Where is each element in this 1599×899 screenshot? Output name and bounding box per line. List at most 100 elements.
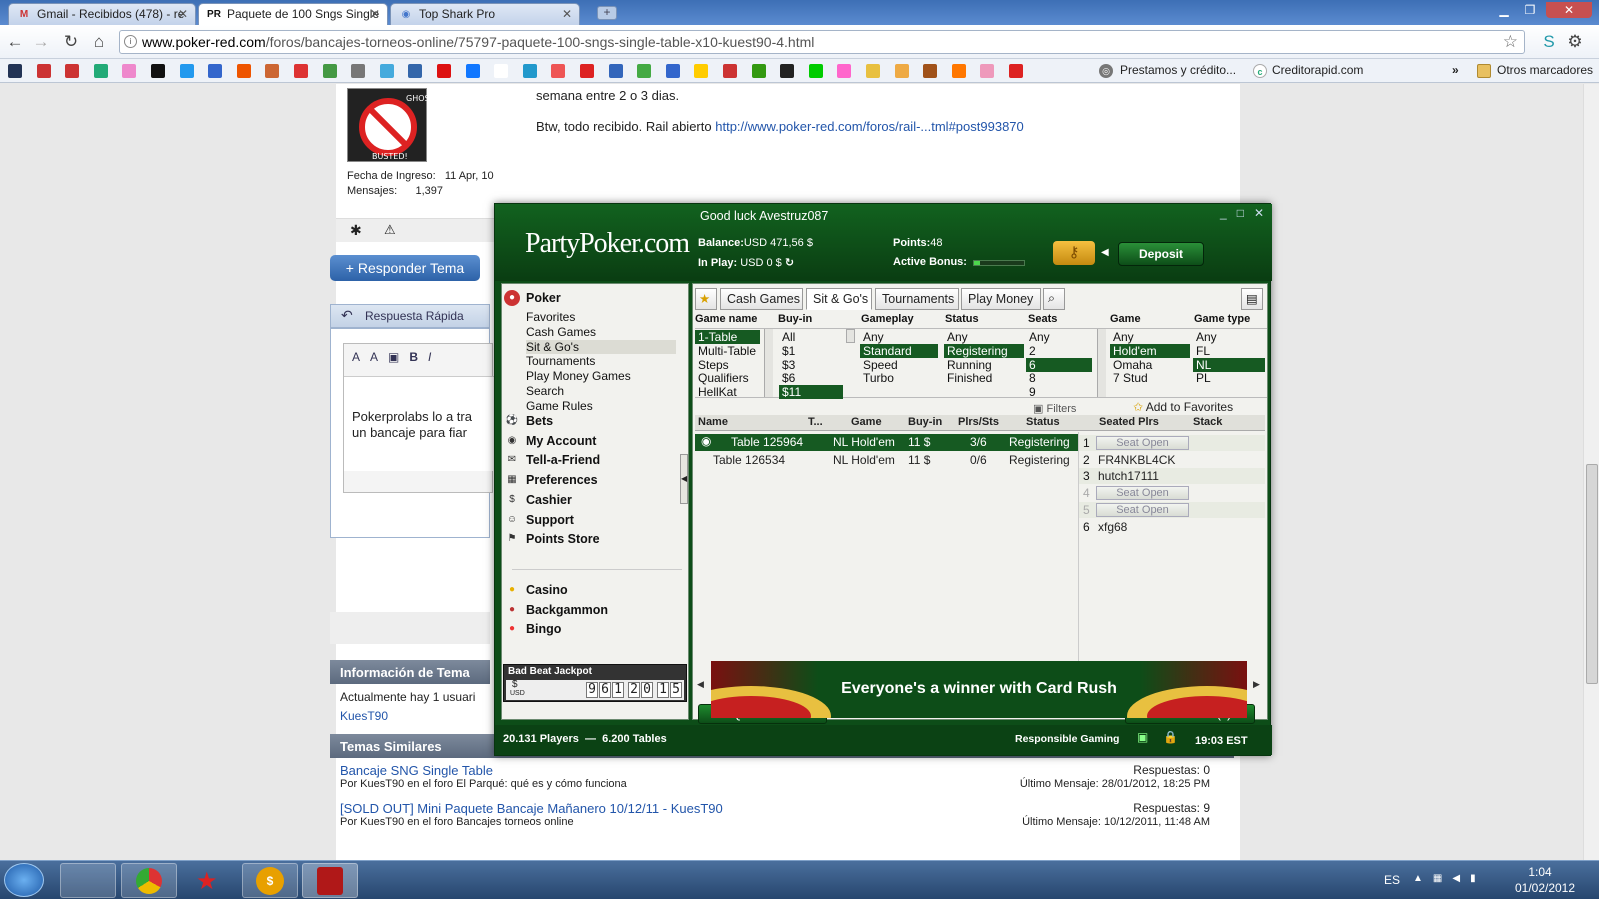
filter-header[interactable]: Status	[945, 313, 979, 325]
bookmark-favicon[interactable]	[894, 64, 909, 78]
bookmark-favicon[interactable]	[351, 64, 366, 78]
filter-header[interactable]: Game	[1110, 313, 1141, 325]
close-icon[interactable]: ✕	[370, 7, 380, 21]
nav-item[interactable]: Tell-a-Friend	[526, 453, 600, 467]
star-icon[interactable]: ☆	[1503, 32, 1518, 52]
bookmark-favicon[interactable]	[93, 64, 108, 78]
filter-header[interactable]: Gameplay	[861, 313, 914, 325]
filter-option[interactable]: Any	[1026, 330, 1092, 344]
grid-header[interactable]: Seated Plrs	[1096, 415, 1190, 431]
font-icon[interactable]: A	[352, 350, 370, 364]
bookmark-favicon[interactable]	[980, 64, 995, 78]
bookmark-favicon[interactable]	[608, 64, 623, 78]
arrow-left-icon[interactable]: ◀	[1101, 247, 1109, 258]
nav-sub-item[interactable]: Favorites	[526, 310, 575, 324]
tab-cash-games[interactable]: Cash Games	[720, 288, 803, 310]
wrench-icon[interactable]: ⚙	[1564, 31, 1586, 53]
bookmark-favicon[interactable]	[494, 64, 509, 78]
bookmark-favicon[interactable]	[837, 64, 852, 78]
bookmark-favicon[interactable]	[808, 64, 823, 78]
filter-option[interactable]: Turbo	[860, 371, 938, 385]
chevron-right-icon[interactable]: »	[1452, 63, 1459, 77]
skype-icon[interactable]: S	[1538, 31, 1560, 53]
filter-option[interactable]: $1	[779, 344, 843, 358]
bookmark-favicon[interactable]	[522, 64, 537, 78]
table-row[interactable]: Table 125964 ◉ NL Hold'em 11 $ 3/6 Registerin…	[695, 434, 1078, 451]
pokerstars-icon[interactable]: ★	[196, 867, 218, 896]
filter-header[interactable]: Seats	[1028, 313, 1057, 325]
nav-item[interactable]: Points Store	[526, 532, 600, 546]
similar-thread-title[interactable]: Bancaje SNG Single Table	[340, 763, 493, 778]
editor-textarea[interactable]: Pokerprolabs lo a tra un bancaje para fi…	[344, 376, 494, 471]
monitor-icon[interactable]: ▣	[1137, 730, 1148, 744]
taskbar-app-paint[interactable]	[60, 863, 116, 898]
signal-icon[interactable]: ▮	[1470, 873, 1486, 884]
reply-button[interactable]: + Responder Tema	[330, 255, 480, 281]
filter-header[interactable]: Buy-in	[778, 313, 812, 325]
filter-option[interactable]: 8	[1026, 371, 1092, 385]
maximize-icon[interactable]: □	[1237, 206, 1254, 220]
filter-option[interactable]: NL	[1193, 357, 1265, 372]
nav-sub-item[interactable]: Play Money Games	[526, 369, 631, 383]
bookmark-favicon[interactable]	[866, 64, 880, 78]
bookmark-creditorapid[interactable]: Creditorapid.com	[1272, 63, 1363, 77]
nav-item[interactable]: Casino	[526, 583, 568, 597]
filter-option[interactable]: Multi-Table	[695, 344, 760, 358]
filter-header[interactable]: Game name	[695, 313, 757, 325]
bookmark-favicon[interactable]	[951, 64, 966, 78]
key-icon[interactable]: ⚷	[1053, 241, 1095, 265]
filter-option[interactable]: $11	[779, 385, 843, 400]
minimize-icon[interactable]: _	[1220, 206, 1237, 220]
refresh-icon[interactable]: ↻	[785, 257, 794, 269]
close-icon[interactable]: ✕	[1254, 206, 1274, 220]
nav-sub-item[interactable]: Sit & Go's	[526, 339, 676, 354]
close-window-icon[interactable]: ✕	[1546, 2, 1592, 18]
bookmark-favicon[interactable]	[723, 64, 737, 78]
tray-arrow-icon[interactable]: ▲	[1413, 873, 1433, 884]
nav-item[interactable]: Cashier	[526, 493, 572, 507]
tab-top-shark[interactable]: ◉ Top Shark Pro ✕	[390, 3, 580, 25]
filter-scrollbar[interactable]	[846, 329, 855, 343]
search-icon[interactable]: ⌕	[1043, 288, 1065, 310]
filter-option[interactable]: HellKat	[695, 385, 760, 399]
grid-header[interactable]: Game	[848, 415, 905, 431]
filter-option[interactable]: Standard	[860, 343, 938, 358]
filter-scrollbar[interactable]	[1097, 329, 1106, 397]
tab-gmail[interactable]: M Gmail - Recibidos (478) - re ✕	[8, 3, 196, 25]
deposit-button[interactable]: Deposit	[1118, 242, 1204, 266]
bookmark-favicon[interactable]	[379, 64, 394, 78]
bookmark-favicon[interactable]	[179, 64, 194, 78]
filter-option[interactable]: Running	[944, 358, 1024, 372]
grid-header[interactable]: Name	[695, 415, 805, 431]
minimize-icon[interactable]: ▁	[1492, 2, 1516, 18]
nav-item[interactable]: Bingo	[526, 622, 561, 636]
bookmark-favicon[interactable]	[151, 64, 165, 78]
seat-open-button[interactable]: Seat Open	[1096, 502, 1189, 517]
filter-scrollbar[interactable]	[764, 329, 773, 397]
nav-item[interactable]: Support	[526, 513, 574, 527]
filter-option[interactable]: FL	[1193, 344, 1265, 358]
italic-icon[interactable]: I	[428, 350, 441, 364]
nav-item[interactable]: My Account	[526, 434, 596, 448]
tab-poker-red[interactable]: PR Paquete de 100 Sngs Single ✕	[198, 3, 388, 26]
add-to-favorites[interactable]: ✩ Add to Favorites	[1133, 400, 1233, 414]
lock-icon[interactable]: 🔒	[1163, 730, 1178, 744]
page-scrollbar[interactable]	[1583, 84, 1599, 860]
bookmark-favicon[interactable]	[637, 64, 652, 78]
grid-header[interactable]: Plrs/Sts	[955, 415, 1023, 431]
banner-prev-icon[interactable]: ◀	[697, 679, 704, 690]
bookmark-favicon[interactable]	[265, 64, 280, 78]
quick-reply-header[interactable]: ↶ Respuesta Rápida	[330, 304, 490, 328]
bookmark-favicon[interactable]	[294, 64, 308, 78]
nav-item[interactable]: Bets	[526, 414, 553, 428]
bookmark-favicon[interactable]	[923, 64, 938, 78]
bookmark-favicon[interactable]	[780, 64, 795, 78]
forward-icon[interactable]: →	[30, 31, 52, 53]
nav-item[interactable]: Backgammon	[526, 603, 608, 617]
filter-option[interactable]: Speed	[860, 358, 938, 372]
filter-option[interactable]: All	[779, 330, 843, 344]
bookmark-prestamos[interactable]: Prestamos y crédito...	[1120, 63, 1236, 77]
new-tab-button[interactable]: +	[597, 6, 617, 20]
bookmark-favicon[interactable]	[751, 64, 766, 78]
bookmark-other[interactable]: Otros marcadores	[1497, 63, 1593, 77]
